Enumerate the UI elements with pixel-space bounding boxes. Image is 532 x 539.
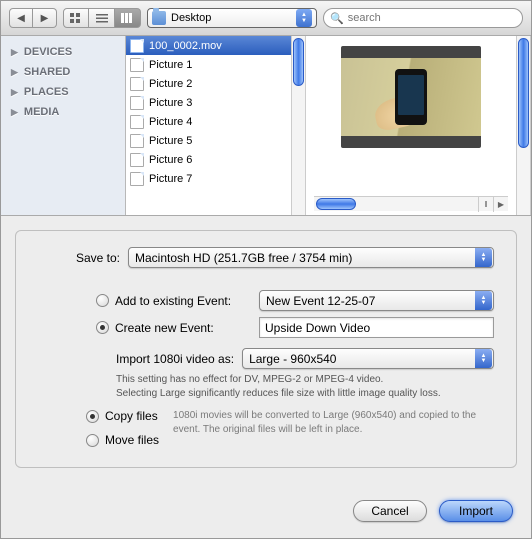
file-list[interactable]: 100_0002.mov Picture 1 Picture 2 Picture… — [126, 36, 291, 215]
create-new-label: Create new Event: — [115, 321, 259, 335]
disclosure-triangle-icon: ▶ — [11, 67, 18, 78]
search-field[interactable]: 🔍 — [323, 8, 523, 28]
dropdown-arrows-icon: ▲▼ — [296, 9, 312, 27]
new-event-input[interactable] — [259, 317, 494, 338]
file-icon — [130, 115, 144, 129]
copy-hint: 1080i movies will be converted to Large … — [173, 409, 494, 437]
move-files-label: Move files — [105, 433, 159, 447]
file-row[interactable]: Picture 2 — [126, 74, 291, 93]
forward-button[interactable]: ▶ — [33, 8, 57, 28]
file-row[interactable]: Picture 5 — [126, 131, 291, 150]
file-row[interactable]: Picture 1 — [126, 55, 291, 74]
vertical-scrollbar[interactable] — [516, 36, 531, 215]
file-icon — [130, 39, 144, 53]
import-hint-1: This setting has no effect for DV, MPEG-… — [116, 373, 494, 387]
file-browser: ▶DEVICES ▶SHARED ▶PLACES ▶MEDIA 100_0002… — [1, 36, 531, 216]
nav-buttons: ◀ ▶ — [9, 8, 57, 28]
search-icon: 🔍 — [330, 12, 344, 25]
import-as-label: Import 1080i video as: — [116, 352, 234, 366]
add-existing-label: Add to existing Event: — [115, 294, 259, 308]
scroll-thumb[interactable] — [316, 198, 356, 210]
preview-body: ‖ ▶ — [306, 36, 516, 215]
sidebar-section-media[interactable]: ▶MEDIA — [5, 102, 121, 122]
file-icon — [130, 134, 144, 148]
sidebar-section-shared[interactable]: ▶SHARED — [5, 62, 121, 82]
preview-column: ‖ ▶ — [306, 36, 531, 215]
grid-icon — [70, 13, 82, 23]
import-window: ◀ ▶ Desktop ▲▼ 🔍 ▶DEVICES ▶SHA — [0, 0, 532, 539]
folder-icon — [152, 11, 166, 25]
dropdown-arrows-icon: ▲▼ — [475, 291, 492, 310]
file-row[interactable]: Picture 3 — [126, 93, 291, 112]
columns-icon — [121, 13, 135, 23]
location-popup[interactable]: Desktop ▲▼ — [147, 8, 317, 28]
import-size-popup[interactable]: Large - 960x540 ▲▼ — [242, 348, 494, 369]
toolbar: ◀ ▶ Desktop ▲▼ 🔍 — [1, 1, 531, 36]
add-existing-radio[interactable] — [96, 294, 109, 307]
copy-files-radio[interactable] — [86, 410, 99, 423]
file-row[interactable]: Picture 7 — [126, 169, 291, 188]
options-panel: Save to: Macintosh HD (251.7GB free / 37… — [1, 216, 531, 500]
save-to-popup[interactable]: Macintosh HD (251.7GB free / 3754 min) ▲… — [128, 247, 494, 268]
file-icon — [130, 77, 144, 91]
file-row[interactable]: Picture 6 — [126, 150, 291, 169]
phone-graphic — [395, 69, 427, 125]
view-mode-buttons — [63, 8, 141, 28]
file-icon — [130, 172, 144, 186]
search-input[interactable] — [348, 12, 516, 24]
scroll-thumb[interactable] — [518, 38, 529, 148]
scroll-thumb[interactable] — [293, 38, 304, 86]
disclosure-triangle-icon: ▶ — [11, 47, 18, 58]
icon-view-button[interactable] — [63, 8, 89, 28]
file-row[interactable]: 100_0002.mov — [126, 36, 291, 55]
existing-event-popup[interactable]: New Event 12-25-07 ▲▼ — [259, 290, 494, 311]
scroll-left-button[interactable]: ‖ — [478, 197, 493, 212]
file-icon — [130, 153, 144, 167]
horizontal-scrollbar[interactable]: ‖ ▶ — [314, 196, 508, 211]
create-new-radio[interactable] — [96, 321, 109, 334]
sidebar-section-places[interactable]: ▶PLACES — [5, 82, 121, 102]
sidebar-section-devices[interactable]: ▶DEVICES — [5, 42, 121, 62]
scroll-right-button[interactable]: ▶ — [493, 197, 508, 212]
save-to-label: Save to: — [38, 251, 120, 265]
disclosure-triangle-icon: ▶ — [11, 107, 18, 118]
dropdown-arrows-icon: ▲▼ — [475, 248, 492, 267]
disclosure-triangle-icon: ▶ — [11, 87, 18, 98]
vertical-scrollbar[interactable] — [291, 36, 306, 215]
dialog-footer: Cancel Import — [1, 500, 531, 538]
cancel-button[interactable]: Cancel — [353, 500, 427, 522]
options-group: Save to: Macintosh HD (251.7GB free / 37… — [15, 230, 517, 468]
file-row[interactable]: Picture 4 — [126, 112, 291, 131]
back-button[interactable]: ◀ — [9, 8, 33, 28]
dropdown-arrows-icon: ▲▼ — [475, 349, 492, 368]
list-icon — [96, 13, 108, 23]
column-view-button[interactable] — [115, 8, 141, 28]
file-icon — [130, 58, 144, 72]
list-view-button[interactable] — [89, 8, 115, 28]
file-column: 100_0002.mov Picture 1 Picture 2 Picture… — [126, 36, 306, 215]
copy-files-label: Copy files — [105, 409, 158, 423]
move-files-radio[interactable] — [86, 434, 99, 447]
import-hint-2: Selecting Large significantly reduces fi… — [116, 387, 494, 401]
import-button[interactable]: Import — [439, 500, 513, 522]
file-icon — [130, 96, 144, 110]
video-thumbnail — [341, 46, 481, 148]
sidebar: ▶DEVICES ▶SHARED ▶PLACES ▶MEDIA — [1, 36, 126, 215]
location-label: Desktop — [171, 12, 211, 24]
video-frame — [341, 58, 481, 136]
